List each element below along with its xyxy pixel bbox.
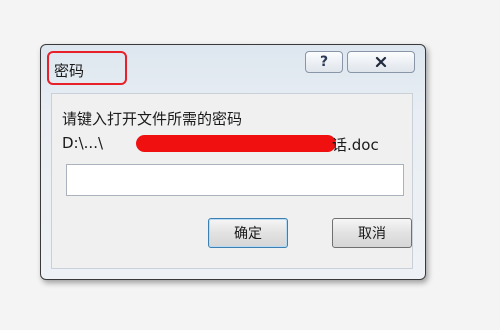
- cancel-button[interactable]: 取消: [332, 218, 412, 248]
- dialog-body: 请键入打开文件所需的密码 D:\...\ 话.doc 确定 取消: [51, 93, 413, 269]
- cursor-fragment: ›: [0, 222, 8, 240]
- path-suffix: 话.doc: [332, 136, 379, 154]
- question-icon: ?: [319, 54, 329, 70]
- password-dialog: 密码 ? 请键入打开文件所需的密码 D:\...\ 话.doc 确定 取消: [40, 44, 426, 280]
- ok-button[interactable]: 确定: [208, 218, 288, 248]
- password-input[interactable]: [66, 164, 404, 196]
- file-path: D:\...\ 话.doc: [62, 134, 408, 156]
- dialog-title: 密码: [54, 62, 85, 80]
- close-icon: [375, 56, 387, 68]
- help-button[interactable]: ?: [305, 51, 343, 73]
- redaction-mark: [136, 135, 336, 152]
- path-prefix: D:\...\: [62, 134, 104, 152]
- close-button[interactable]: [347, 51, 415, 73]
- prompt-text: 请键入打开文件所需的密码: [62, 110, 243, 128]
